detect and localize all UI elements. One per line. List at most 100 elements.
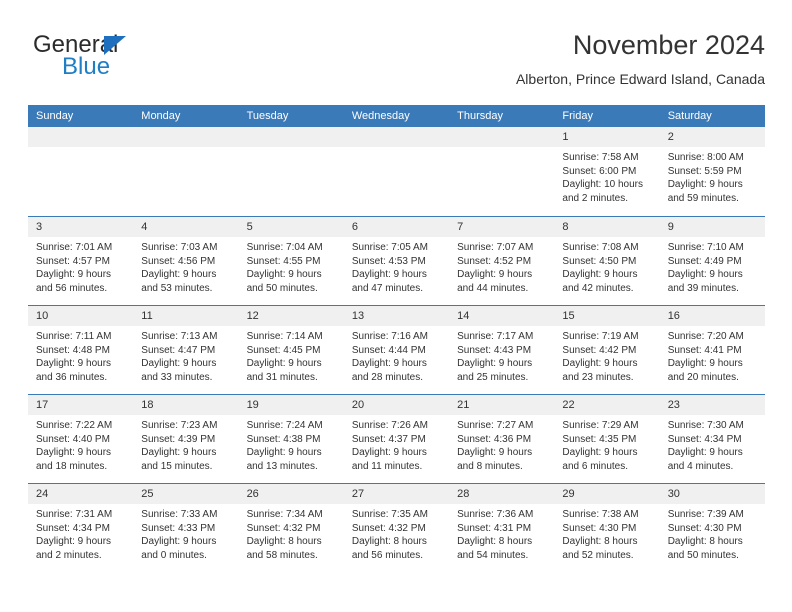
sunrise-text: Sunrise: 7:23 AM [141, 420, 218, 431]
day-number: 15 [562, 310, 575, 322]
calendar-day-cell[interactable]: 25 Sunrise: 7:33 AM Sunset: 4:33 PM Dayligh… [133, 484, 239, 572]
sunrise-text: Sunrise: 7:16 AM [351, 331, 428, 342]
daylight-text: Daylight: 9 hours and 4 minutes. [667, 447, 743, 472]
calendar-day-cell[interactable]: 21 Sunrise: 7:27 AM Sunset: 4:36 PM Dayligh… [449, 395, 555, 483]
day-sun-info: Sunrise: 7:23 AM Sunset: 4:39 PM Daylight:… [133, 415, 238, 473]
day-number: 4 [141, 221, 148, 233]
daylight-text: Daylight: 9 hours and 59 minutes. [667, 179, 743, 204]
calendar-day-cell[interactable]: 9 Sunrise: 7:10 AM Sunset: 4:49 PM Daylight… [659, 217, 765, 305]
calendar-day-cell[interactable]: 19 Sunrise: 7:24 AM Sunset: 4:38 PM Dayligh… [238, 395, 344, 483]
calendar-day-cell-empty [133, 127, 239, 216]
day-sun-info: Sunrise: 7:39 AM Sunset: 4:30 PM Daylight:… [660, 504, 765, 562]
day-sun-info: Sunrise: 7:38 AM Sunset: 4:30 PM Daylight:… [554, 504, 659, 562]
calendar-day-cell[interactable]: 3 Sunrise: 7:01 AM Sunset: 4:57 PM Daylight… [28, 217, 134, 305]
sunset-text: Sunset: 4:40 PM [36, 433, 110, 445]
daylight-text: Daylight: 9 hours and 18 minutes. [36, 447, 112, 472]
calendar-day-cell[interactable]: 6 Sunrise: 7:05 AM Sunset: 4:53 PM Daylight… [343, 217, 450, 305]
day-number-band: 7 [449, 217, 555, 237]
calendar-day-cell[interactable]: 15 Sunrise: 7:19 AM Sunset: 4:42 PM Dayligh… [554, 306, 660, 394]
day-sun-info: Sunrise: 7:26 AM Sunset: 4:37 PM Daylight:… [344, 415, 449, 473]
calendar-day-cell[interactable]: 18 Sunrise: 7:23 AM Sunset: 4:39 PM Dayligh… [133, 395, 239, 483]
sunrise-text: Sunrise: 7:13 AM [141, 331, 218, 342]
day-number: 20 [351, 399, 365, 411]
calendar-day-cell[interactable]: 16 Sunrise: 7:20 AM Sunset: 4:41 PM Dayligh… [659, 306, 765, 394]
day-sun-info: Sunrise: 7:01 AM Sunset: 4:57 PM Daylight:… [28, 237, 133, 295]
calendar-day-cell[interactable]: 22 Sunrise: 7:29 AM Sunset: 4:35 PM Dayligh… [554, 395, 660, 483]
sunset-text: Sunset: 4:33 PM [141, 522, 216, 534]
weekday-header-tuesday: Tuesday [246, 110, 289, 122]
calendar-day-cell[interactable]: 30 Sunrise: 7:39 AM Sunset: 4:30 PM Dayligh… [659, 484, 765, 572]
weekday-header-sunday: Sunday [36, 110, 74, 122]
day-number-band: 19 [238, 395, 344, 415]
day-number-band: 9 [659, 217, 765, 237]
day-number: 28 [457, 488, 470, 500]
sunset-text: Sunset: 5:59 PM [667, 165, 742, 177]
daylight-text: Daylight: 8 hours and 52 minutes. [562, 536, 638, 561]
daylight-text: Daylight: 9 hours and 56 minutes. [36, 269, 112, 294]
calendar-day-cell[interactable]: 1 Sunrise: 7:58 AM Sunset: 6:00 PM Daylight… [554, 127, 660, 216]
calendar-weeks: 1 Sunrise: 7:58 AM Sunset: 6:00 PM Daylight… [28, 127, 765, 572]
calendar-week-row: 10 Sunrise: 7:11 AM Sunset: 4:48 PM Dayligh… [28, 305, 765, 394]
calendar-day-cell[interactable]: 27 Sunrise: 7:35 AM Sunset: 4:32 PM Dayligh… [343, 484, 450, 572]
sunrise-text: Sunrise: 7:17 AM [457, 331, 534, 342]
day-number-band [28, 127, 134, 147]
calendar-day-cell[interactable]: 5 Sunrise: 7:04 AM Sunset: 4:55 PM Daylight… [238, 217, 344, 305]
daylight-text: Daylight: 9 hours and 11 minutes. [351, 447, 427, 472]
sunrise-text: Sunrise: 7:10 AM [667, 242, 744, 253]
day-number-band: 12 [238, 306, 344, 326]
calendar-day-cell[interactable]: 20 Sunrise: 7:26 AM Sunset: 4:37 PM Dayligh… [343, 395, 450, 483]
calendar-day-cell[interactable]: 2 Sunrise: 8:00 AM Sunset: 5:59 PM Daylight… [659, 127, 765, 216]
sunrise-text: Sunrise: 8:00 AM [667, 152, 744, 163]
calendar-day-cell[interactable]: 4 Sunrise: 7:03 AM Sunset: 4:56 PM Daylight… [133, 217, 239, 305]
day-sun-info: Sunrise: 7:27 AM Sunset: 4:36 PM Daylight:… [449, 415, 554, 473]
calendar-day-cell-empty [238, 127, 344, 216]
calendar-day-cell[interactable]: 26 Sunrise: 7:34 AM Sunset: 4:32 PM Dayligh… [238, 484, 344, 572]
calendar-day-cell[interactable]: 23 Sunrise: 7:30 AM Sunset: 4:34 PM Dayligh… [659, 395, 765, 483]
sunrise-text: Sunrise: 7:31 AM [36, 509, 113, 520]
calendar-week-row: 1 Sunrise: 7:58 AM Sunset: 6:00 PM Daylight… [28, 127, 765, 216]
sunrise-text: Sunrise: 7:58 AM [562, 152, 639, 163]
calendar-week-row: 17 Sunrise: 7:22 AM Sunset: 4:40 PM Dayligh… [28, 394, 765, 483]
calendar-day-cell[interactable]: 12 Sunrise: 7:14 AM Sunset: 4:45 PM Dayligh… [238, 306, 344, 394]
day-number: 26 [246, 488, 259, 500]
weekday-header-monday: Monday [141, 110, 181, 122]
day-number-band: 8 [554, 217, 660, 237]
page-subtitle: Alberton, Prince Edward Island, Canada [515, 71, 765, 87]
calendar-page: General Blue November 2024 Alberton, Pri… [0, 0, 792, 612]
sunrise-text: Sunrise: 7:30 AM [667, 420, 744, 431]
day-sun-info: Sunrise: 7:35 AM Sunset: 4:32 PM Daylight:… [344, 504, 449, 562]
sunrise-text: Sunrise: 7:24 AM [246, 420, 323, 431]
page-header: General Blue November 2024 Alberton, Pri… [28, 28, 765, 96]
calendar-day-cell[interactable]: 29 Sunrise: 7:38 AM Sunset: 4:30 PM Dayligh… [554, 484, 660, 572]
calendar-day-cell[interactable]: 11 Sunrise: 7:13 AM Sunset: 4:47 PM Dayligh… [133, 306, 239, 394]
day-sun-info: Sunrise: 7:29 AM Sunset: 4:35 PM Daylight:… [554, 415, 659, 473]
calendar-day-cell[interactable]: 7 Sunrise: 7:07 AM Sunset: 4:52 PM Daylight… [449, 217, 555, 305]
day-sun-info: Sunrise: 7:58 AM Sunset: 6:00 PM Daylight:… [554, 147, 659, 205]
day-sun-info: Sunrise: 7:08 AM Sunset: 4:50 PM Daylight:… [554, 237, 659, 295]
calendar-day-cell[interactable]: 10 Sunrise: 7:11 AM Sunset: 4:48 PM Dayligh… [28, 306, 134, 394]
daylight-text: Daylight: 9 hours and 2 minutes. [36, 536, 112, 561]
calendar-day-cell[interactable]: 24 Sunrise: 7:31 AM Sunset: 4:34 PM Dayligh… [28, 484, 134, 572]
day-sun-info: Sunrise: 7:11 AM Sunset: 4:48 PM Daylight:… [28, 326, 133, 384]
day-sun-info: Sunrise: 7:22 AM Sunset: 4:40 PM Daylight:… [28, 415, 133, 473]
calendar-day-cell[interactable]: 13 Sunrise: 7:16 AM Sunset: 4:44 PM Dayligh… [343, 306, 450, 394]
day-number-band: 18 [133, 395, 239, 415]
day-number-band: 16 [659, 306, 765, 326]
calendar-day-cell[interactable]: 17 Sunrise: 7:22 AM Sunset: 4:40 PM Dayligh… [28, 395, 134, 483]
calendar-day-cell[interactable]: 8 Sunrise: 7:08 AM Sunset: 4:50 PM Daylight… [554, 217, 660, 305]
sunset-text: Sunset: 4:37 PM [351, 433, 426, 445]
day-sun-info: Sunrise: 7:20 AM Sunset: 4:41 PM Daylight:… [660, 326, 765, 384]
daylight-text: Daylight: 9 hours and 47 minutes. [351, 269, 427, 294]
sunrise-text: Sunrise: 7:05 AM [351, 242, 428, 253]
day-number-band: 13 [343, 306, 450, 326]
daylight-text: Daylight: 9 hours and 28 minutes. [351, 358, 427, 383]
sunrise-text: Sunrise: 7:33 AM [141, 509, 218, 520]
calendar-day-cell[interactable]: 28 Sunrise: 7:36 AM Sunset: 4:31 PM Dayligh… [449, 484, 555, 572]
day-number-band: 27 [343, 484, 450, 504]
daylight-text: Daylight: 9 hours and 50 minutes. [246, 269, 322, 294]
weekday-header-saturday: Saturday [667, 110, 712, 122]
day-sun-info: Sunrise: 7:10 AM Sunset: 4:49 PM Daylight:… [660, 237, 765, 295]
calendar-day-cell[interactable]: 14 Sunrise: 7:17 AM Sunset: 4:43 PM Dayligh… [449, 306, 555, 394]
weekday-header-friday: Friday [562, 110, 593, 122]
day-number: 19 [246, 399, 259, 411]
